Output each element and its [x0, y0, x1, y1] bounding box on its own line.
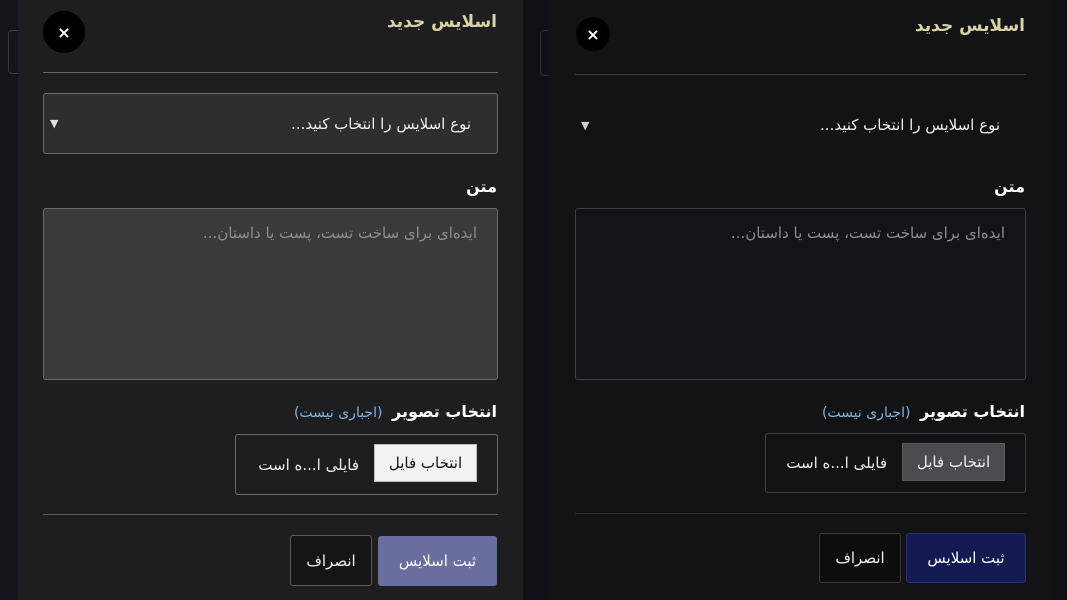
footer-divider: [43, 514, 498, 515]
background-page-middle: [523, 0, 548, 600]
slice-type-select[interactable]: نوع اسلایس را انتخاب کنید... ▼: [43, 93, 498, 154]
text-input-placeholder: ایده‌ای برای ساخت تست، پست یا داستان...: [202, 224, 477, 242]
submit-slice-button[interactable]: ثبت اسلایس: [906, 533, 1026, 583]
image-optional-hint: (اجباری نیست): [293, 405, 383, 421]
file-status: فایلی ا...ه است: [258, 455, 359, 474]
cancel-button[interactable]: انصراف: [819, 533, 901, 583]
text-input[interactable]: ایده‌ای برای ساخت تست، پست یا داستان...: [575, 208, 1026, 380]
slice-type-value: نوع اسلایس را انتخاب کنید...: [820, 116, 1000, 134]
new-slice-modal-dark: اسلایس جدید × نوع اسلایس را انتخاب کنید.…: [548, 0, 1052, 600]
image-file-input[interactable]: انتخاب فایل فایلی ا...ه است: [235, 434, 498, 495]
header-divider: [575, 74, 1026, 75]
image-label-text: انتخاب تصویر: [392, 402, 497, 421]
close-icon: ×: [57, 22, 71, 42]
choose-file-button[interactable]: انتخاب فایل: [374, 444, 477, 482]
modal-title: اسلایس جدید: [914, 16, 1025, 36]
text-label: متن: [994, 177, 1025, 196]
new-slice-modal-light: اسلایس جدید × نوع اسلایس را انتخاب کنید.…: [18, 0, 523, 600]
modal-title: اسلایس جدید: [386, 12, 497, 32]
chevron-down-icon: ▼: [50, 117, 59, 130]
text-input[interactable]: ایده‌ای برای ساخت تست، پست یا داستان...: [43, 208, 498, 380]
chevron-down-icon: ▼: [581, 118, 590, 132]
close-button[interactable]: ×: [43, 11, 85, 53]
slice-type-select[interactable]: نوع اسلایس را انتخاب کنید... ▼: [575, 95, 1026, 155]
close-button[interactable]: ×: [576, 17, 610, 51]
background-page-left: [0, 0, 18, 600]
text-input-placeholder: ایده‌ای برای ساخت تست، پست یا داستان...: [730, 224, 1005, 242]
image-label-text: انتخاب تصویر: [920, 402, 1025, 421]
file-status: فایلی ا...ه است: [786, 454, 887, 472]
close-icon: ×: [586, 24, 600, 44]
image-file-input[interactable]: انتخاب فایل فایلی ا...ه است: [765, 433, 1026, 493]
cancel-button[interactable]: انصراف: [290, 535, 372, 586]
choose-file-button[interactable]: انتخاب فایل: [902, 443, 1005, 481]
image-label: انتخاب تصویر (اجباری نیست): [822, 402, 1025, 421]
slice-type-value: نوع اسلایس را انتخاب کنید...: [291, 114, 471, 133]
background-page-right: [1052, 0, 1067, 600]
submit-slice-button[interactable]: ثبت اسلایس: [378, 536, 497, 586]
header-divider: [43, 72, 498, 73]
footer-divider: [575, 513, 1026, 514]
image-label: انتخاب تصویر (اجباری نیست): [294, 402, 497, 421]
text-label: متن: [466, 177, 497, 196]
image-optional-hint: (اجباری نیست): [821, 405, 911, 421]
